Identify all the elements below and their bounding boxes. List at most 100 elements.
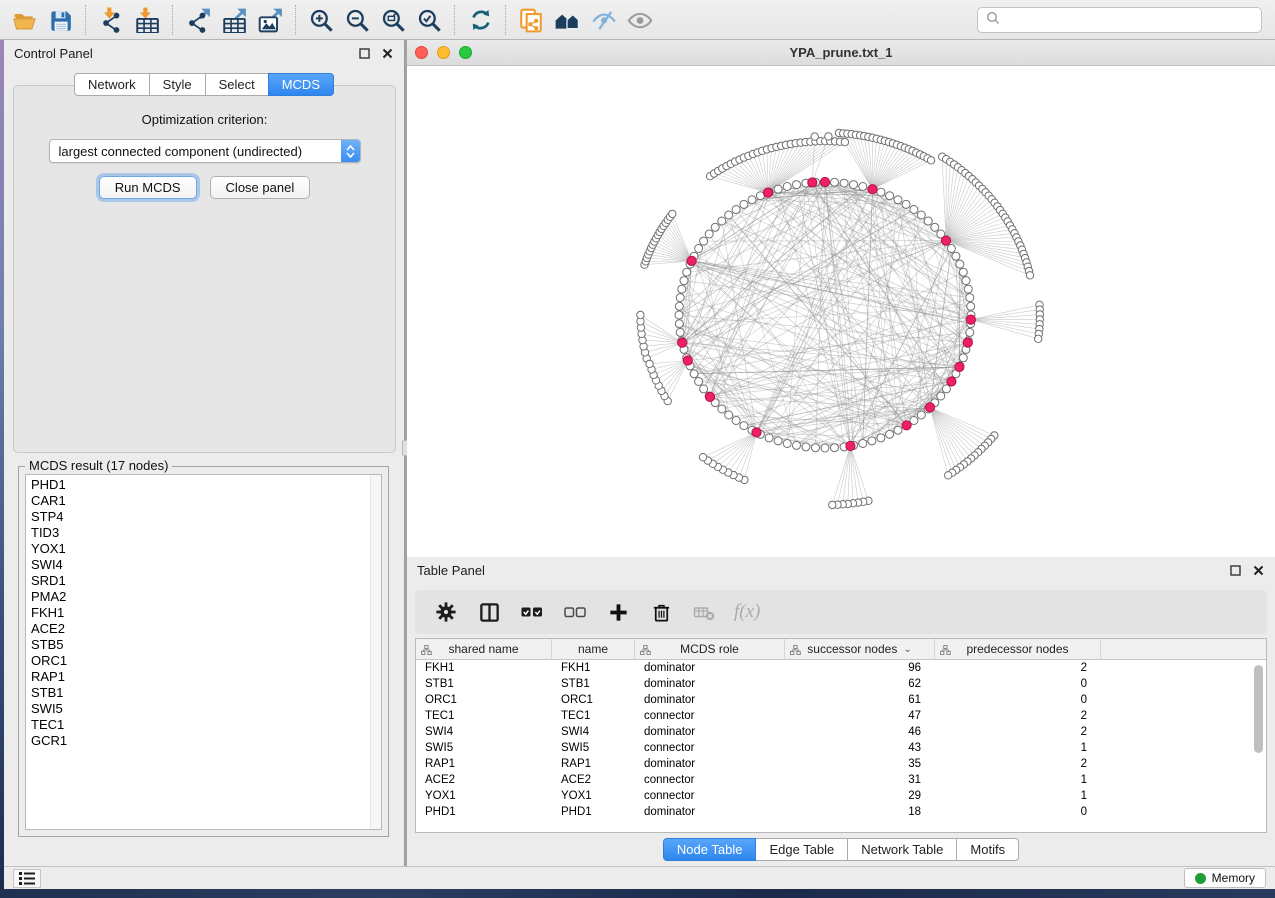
close-panel-button[interactable]: Close panel xyxy=(210,176,311,199)
show-columns-icon[interactable] xyxy=(476,599,502,625)
mcds-result-item[interactable]: ACE2 xyxy=(26,621,381,637)
network-canvas[interactable] xyxy=(407,66,1275,557)
maximize-window-icon[interactable] xyxy=(459,46,472,59)
tab-mcds[interactable]: MCDS xyxy=(268,73,334,96)
mcds-result-item[interactable]: TEC1 xyxy=(26,717,381,733)
column-header-MCDS-role[interactable]: MCDS role xyxy=(635,639,785,659)
mcds-result-item[interactable]: YOX1 xyxy=(26,541,381,557)
delete-column-trash-icon[interactable] xyxy=(648,599,674,625)
table-row[interactable]: PHD1PHD1dominator180 xyxy=(416,804,1266,820)
mcds-tab-content: Optimization criterion: largest connecte… xyxy=(13,85,396,453)
mcds-result-item[interactable]: TID3 xyxy=(26,525,381,541)
table-settings-gear-icon[interactable] xyxy=(433,599,459,625)
export-network-button[interactable] xyxy=(180,4,216,36)
zoom-selected-button[interactable] xyxy=(411,4,447,36)
search-input[interactable] xyxy=(1006,13,1253,28)
save-session-button[interactable] xyxy=(42,4,78,36)
float-panel-icon[interactable] xyxy=(358,47,371,60)
tab-select[interactable]: Select xyxy=(205,73,269,96)
mcds-result-item[interactable]: FKH1 xyxy=(26,605,381,621)
mcds-result-item[interactable]: ORC1 xyxy=(26,653,381,669)
control-panel-title: Control Panel xyxy=(14,46,93,61)
zoom-out-button[interactable] xyxy=(339,4,375,36)
float-table-panel-icon[interactable] xyxy=(1229,564,1242,577)
memory-button[interactable]: Memory xyxy=(1184,868,1266,888)
table-row[interactable]: TEC1TEC1connector472 xyxy=(416,708,1266,724)
table-row[interactable]: ORC1ORC1dominator610 xyxy=(416,692,1266,708)
mcds-list-scrollbar[interactable] xyxy=(370,475,381,829)
cell-name: YOX1 xyxy=(552,790,635,802)
first-neighbors-button[interactable] xyxy=(513,4,549,36)
unselect-all-columns-icon[interactable] xyxy=(562,599,588,625)
mcds-result-item[interactable]: STP4 xyxy=(26,509,381,525)
mcds-result-item[interactable]: STB5 xyxy=(26,637,381,653)
tab-network[interactable]: Network xyxy=(74,73,150,96)
column-header-predecessor-nodes[interactable]: predecessor nodes xyxy=(935,639,1101,659)
mcds-result-item[interactable]: STB1 xyxy=(26,685,381,701)
search-box[interactable] xyxy=(977,7,1262,33)
show-all-button[interactable] xyxy=(621,4,657,36)
apply-layout-button[interactable] xyxy=(462,4,498,36)
close-panel-icon[interactable] xyxy=(381,47,394,60)
cell-successor-nodes: 47 xyxy=(785,710,935,722)
import-table-button[interactable] xyxy=(129,4,165,36)
table-row[interactable]: STB1STB1dominator620 xyxy=(416,676,1266,692)
export-table-button[interactable] xyxy=(216,4,252,36)
create-column-plus-icon[interactable] xyxy=(605,599,631,625)
network-window-titlebar[interactable]: YPA_prune.txt_1 xyxy=(407,40,1275,66)
mcds-result-item[interactable]: SWI5 xyxy=(26,701,381,717)
tab-style[interactable]: Style xyxy=(149,73,206,96)
criterion-dropdown[interactable]: largest connected component (undirected) xyxy=(49,139,361,163)
column-header-successor-nodes[interactable]: successor nodes⌄ xyxy=(785,639,935,659)
hide-selected-button[interactable] xyxy=(585,4,621,36)
table-toolbar: f(x) xyxy=(415,590,1267,634)
cell-predecessor-nodes: 2 xyxy=(935,726,1101,738)
open-file-button[interactable] xyxy=(6,4,42,36)
cell-name: PHD1 xyxy=(552,806,635,818)
cell-shared-name: TEC1 xyxy=(416,710,552,722)
mcds-result-item[interactable]: PMA2 xyxy=(26,589,381,605)
zoom-fit-button[interactable] xyxy=(375,4,411,36)
select-all-columns-icon[interactable] xyxy=(519,599,545,625)
mcds-result-item[interactable]: SRD1 xyxy=(26,573,381,589)
nested-networks-button[interactable] xyxy=(549,4,585,36)
table-scrollbar-thumb[interactable] xyxy=(1254,665,1263,753)
table-row[interactable]: SWI5SWI5connector431 xyxy=(416,740,1266,756)
control-panel-header: Control Panel xyxy=(4,40,404,66)
cell-successor-nodes: 31 xyxy=(785,774,935,786)
export-image-button[interactable] xyxy=(252,4,288,36)
close-table-panel-icon[interactable] xyxy=(1252,564,1265,577)
mcds-result-item[interactable]: PHD1 xyxy=(26,477,381,493)
mcds-result-item[interactable]: SWI4 xyxy=(26,557,381,573)
close-window-icon[interactable] xyxy=(415,46,428,59)
status-bar: Memory xyxy=(4,866,1275,889)
zoom-in-button[interactable] xyxy=(303,4,339,36)
dropdown-stepper-icon xyxy=(341,140,360,162)
table-scrollbar[interactable] xyxy=(1254,665,1263,833)
tab-node-table[interactable]: Node Table xyxy=(663,838,757,861)
node-table[interactable]: shared namenameMCDS rolesuccessor nodes⌄… xyxy=(415,638,1267,833)
column-header-shared-name[interactable]: shared name xyxy=(416,639,552,659)
run-mcds-button[interactable]: Run MCDS xyxy=(99,176,197,199)
cell-MCDS-role: connector xyxy=(635,742,785,754)
table-row[interactable]: RAP1RAP1dominator352 xyxy=(416,756,1266,772)
tab-edge-table[interactable]: Edge Table xyxy=(755,838,848,861)
mcds-result-list[interactable]: PHD1CAR1STP4TID3YOX1SWI4SRD1PMA2FKH1ACE2… xyxy=(25,474,382,830)
mcds-result-title: MCDS result (17 nodes) xyxy=(25,458,172,473)
column-header-name[interactable]: name xyxy=(552,639,635,659)
table-row[interactable]: SWI4SWI4dominator462 xyxy=(416,724,1266,740)
toolbar-groups xyxy=(6,4,657,36)
tab-motifs[interactable]: Motifs xyxy=(956,838,1019,861)
table-row[interactable]: YOX1YOX1connector291 xyxy=(416,788,1266,804)
mcds-result-item[interactable]: RAP1 xyxy=(26,669,381,685)
memory-status-icon xyxy=(1195,873,1206,884)
cell-name: ORC1 xyxy=(552,694,635,706)
mcds-result-item[interactable]: CAR1 xyxy=(26,493,381,509)
minimize-window-icon[interactable] xyxy=(437,46,450,59)
table-row[interactable]: FKH1FKH1dominator962 xyxy=(416,660,1266,676)
tab-network-table[interactable]: Network Table xyxy=(847,838,957,861)
show-panel-list-button[interactable] xyxy=(13,869,41,888)
mcds-result-item[interactable]: GCR1 xyxy=(26,733,381,749)
import-network-button[interactable] xyxy=(93,4,129,36)
table-row[interactable]: ACE2ACE2connector311 xyxy=(416,772,1266,788)
